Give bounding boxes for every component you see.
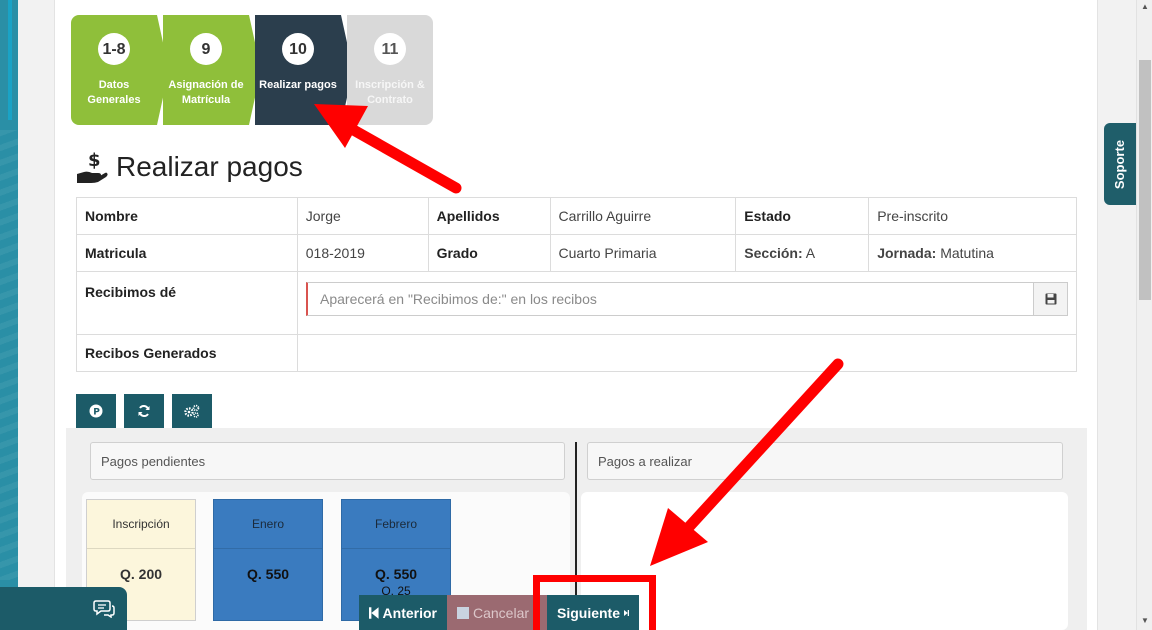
apellidos-label: Apellidos <box>427 197 551 235</box>
apellidos-value: Carrillo Aguirre <box>549 197 737 235</box>
vertical-scrollbar[interactable]: ▲ ▼ <box>1136 0 1152 630</box>
nombre-value: Jorge <box>296 197 429 235</box>
matricula-value: 018-2019 <box>296 234 429 272</box>
support-label: Soporte <box>1112 139 1128 189</box>
grado-label: Grado <box>427 234 551 272</box>
recibos-generados-label: Recibos Generados <box>76 334 298 372</box>
step-label: Inscripción & Contrato <box>355 79 425 106</box>
page-heading: $ Realizar pagos <box>76 150 303 184</box>
payment-card-enero[interactable]: Enero Q. 550 <box>213 499 323 621</box>
seccion-cell: Sección: A <box>735 234 870 272</box>
step-label: Realizar pagos <box>259 79 337 91</box>
matricula-label: Matricula <box>76 234 298 272</box>
step-number: 9 <box>190 33 222 65</box>
highlight-box <box>533 575 656 630</box>
grado-value: Cuarto Primaria <box>549 234 737 272</box>
stop-icon <box>457 606 469 619</box>
nombre-label: Nombre <box>76 197 298 235</box>
floppy-disk-icon <box>1045 293 1056 305</box>
step-inscripcion-contrato[interactable]: 11 Inscripción & Contrato <box>347 15 433 125</box>
hand-dollar-icon: $ <box>77 150 108 183</box>
previous-label: Anterior <box>382 604 437 621</box>
payment-card-title: Enero <box>214 500 322 549</box>
payment-card-title: Inscripción <box>87 500 195 549</box>
estado-label: Estado <box>735 197 870 235</box>
scroll-down-icon[interactable]: ▼ <box>1141 616 1149 625</box>
refresh-icon <box>138 405 150 417</box>
page-title: Realizar pagos <box>116 151 303 182</box>
payment-card-amount: Q. 550 <box>374 566 418 582</box>
cogs-icon <box>184 404 200 418</box>
wizard-stepper: 1-8 Datos Generales 9 Asignación de Matr… <box>71 15 433 125</box>
parking-circle-icon: P <box>89 404 103 418</box>
step-realizar-pagos[interactable]: 10 Realizar pagos <box>255 15 341 125</box>
seccion-value: A <box>805 245 816 261</box>
jornada-label: Jornada: <box>877 245 937 261</box>
estado-value: Pre-inscrito <box>868 197 1077 235</box>
payments-to-make-header: Pagos a realizar <box>587 442 1063 480</box>
left-decorative-strip <box>0 0 18 630</box>
table-row: Matricula 018-2019 Grado Cuarto Primaria… <box>76 234 1077 272</box>
jornada-cell: Jornada: Matutina <box>868 234 1077 272</box>
step-backward-icon <box>369 606 379 619</box>
strip-pattern <box>0 130 18 580</box>
support-tab[interactable]: Soporte <box>1104 123 1136 205</box>
payment-card-title: Febrero <box>342 500 450 549</box>
payment-card-amount: Q. 200 <box>119 566 163 582</box>
scroll-up-icon[interactable]: ▲ <box>1141 2 1149 11</box>
chat-icon <box>93 599 115 618</box>
payment-button[interactable]: P <box>76 394 116 428</box>
previous-button[interactable]: Anterior <box>359 595 447 630</box>
step-number: 11 <box>374 33 406 65</box>
step-label: Asignación de Matrícula <box>168 79 244 106</box>
jornada-value: Matutina <box>940 245 994 261</box>
save-button[interactable] <box>1034 282 1068 316</box>
cancel-label: Cancelar <box>473 604 530 621</box>
strip-highlight <box>8 0 12 120</box>
step-number: 10 <box>282 33 314 65</box>
recibimos-input-group: Aparecerá en "Recibimos de:" en los reci… <box>306 282 1068 316</box>
pending-payments-header: Pagos pendientes <box>90 442 565 480</box>
scrollbar-thumb[interactable] <box>1139 60 1151 300</box>
step-number: 1-8 <box>98 33 130 65</box>
payment-card-amount: Q. 550 <box>246 566 290 582</box>
recibimos-label: Recibimos dé <box>76 271 298 335</box>
recibos-generados-cell <box>296 334 1078 372</box>
cancel-button[interactable]: Cancelar <box>447 595 547 630</box>
svg-text:$: $ <box>88 150 101 171</box>
svg-text:P: P <box>93 408 100 418</box>
recibimos-input[interactable]: Aparecerá en "Recibimos de:" en los reci… <box>306 282 1034 316</box>
step-asignacion-matricula[interactable]: 9 Asignación de Matrícula <box>163 15 249 125</box>
step-label: Datos Generales <box>87 79 141 106</box>
seccion-label: Sección: <box>744 245 803 261</box>
settings-button[interactable] <box>172 394 212 428</box>
step-datos-generales[interactable]: 1-8 Datos Generales <box>71 15 157 125</box>
refresh-button[interactable] <box>124 394 164 428</box>
table-row: Recibos Generados <box>76 334 1078 372</box>
chat-widget[interactable] <box>0 587 127 630</box>
table-row: Nombre Jorge Apellidos Carrillo Aguirre … <box>76 197 1077 235</box>
